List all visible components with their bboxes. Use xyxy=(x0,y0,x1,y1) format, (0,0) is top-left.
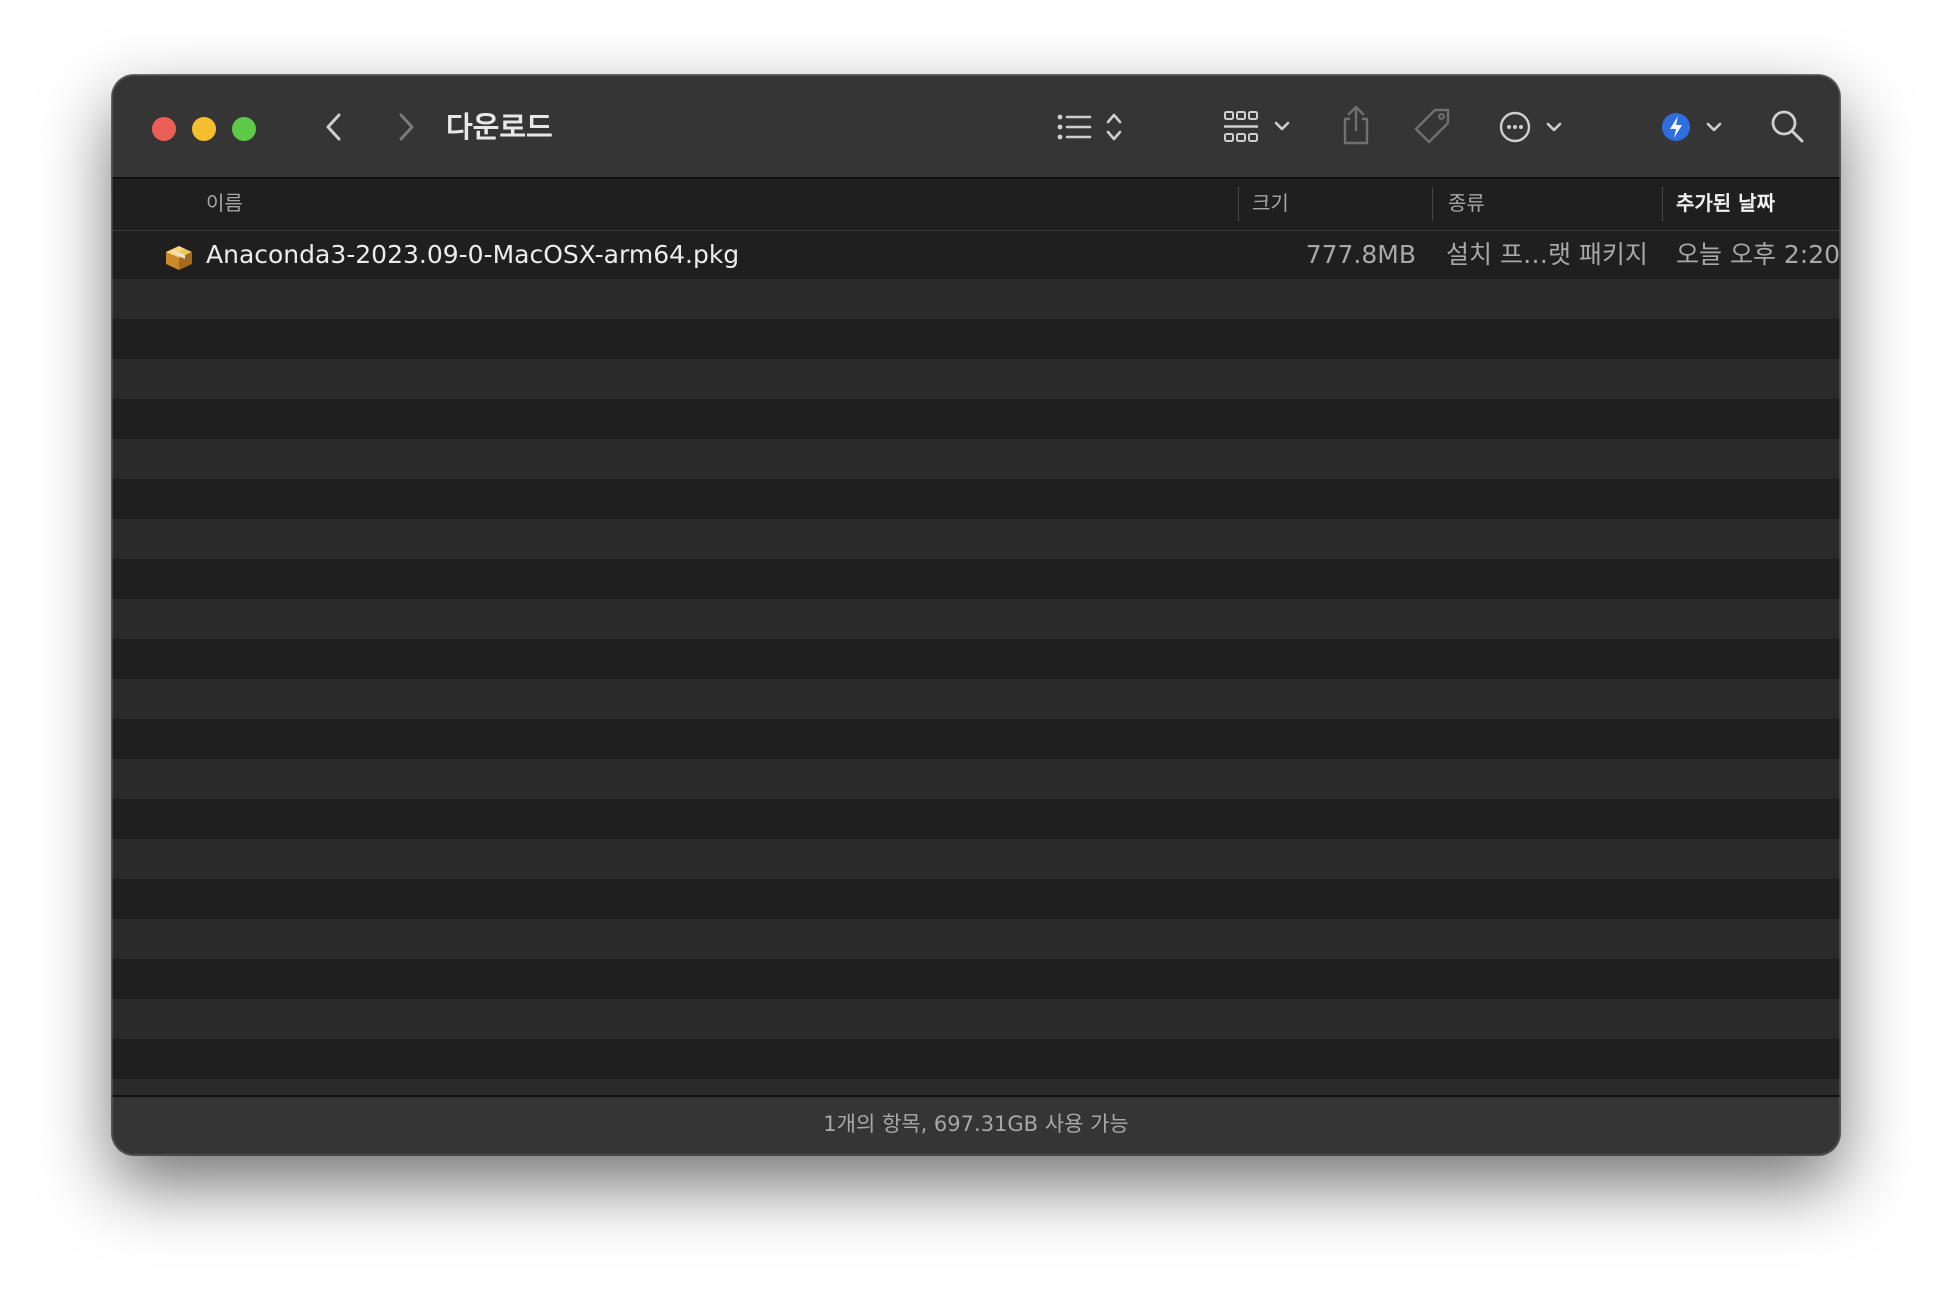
close-window-button[interactable] xyxy=(152,117,176,141)
column-divider[interactable] xyxy=(1238,187,1239,221)
app-menu-button[interactable] xyxy=(1660,105,1732,149)
chevron-left-icon xyxy=(326,113,341,141)
list-view-icon xyxy=(1057,113,1122,141)
empty-row xyxy=(112,1079,1840,1095)
more-actions-button[interactable] xyxy=(1498,105,1572,149)
empty-row xyxy=(112,799,1840,839)
chevron-right-icon xyxy=(399,113,414,141)
status-bar: 1개의 항목, 697.31GB 사용 가능 xyxy=(112,1095,1840,1155)
column-header-name[interactable]: 이름 xyxy=(206,179,243,231)
minimize-window-button[interactable] xyxy=(192,117,216,141)
empty-row xyxy=(112,759,1840,799)
column-header-date-added[interactable]: 추가된 날짜 xyxy=(1676,179,1775,231)
group-button[interactable] xyxy=(1222,105,1306,149)
empty-row xyxy=(112,399,1840,439)
xcode-instruments-icon xyxy=(1662,113,1722,141)
empty-row xyxy=(112,879,1840,919)
package-icon xyxy=(166,246,192,270)
view-options-button[interactable] xyxy=(1054,105,1136,149)
empty-row xyxy=(112,319,1840,359)
empty-row xyxy=(112,439,1840,479)
file-row[interactable]: Anaconda3-2023.09-0-MacOSX-arm64.pkg 777… xyxy=(112,231,1840,271)
empty-row xyxy=(112,1039,1840,1079)
column-header-kind[interactable]: 종류 xyxy=(1448,179,1485,231)
search-button[interactable] xyxy=(1764,103,1810,149)
window-title: 다운로드 xyxy=(446,110,553,144)
tag-icon xyxy=(1414,108,1450,144)
share-icon xyxy=(1343,105,1369,145)
empty-row xyxy=(112,839,1840,879)
empty-row xyxy=(112,519,1840,559)
file-name: Anaconda3-2023.09-0-MacOSX-arm64.pkg xyxy=(206,240,740,269)
empty-row xyxy=(112,999,1840,1039)
forward-button[interactable] xyxy=(384,105,428,149)
empty-row xyxy=(112,599,1840,639)
empty-row xyxy=(112,559,1840,599)
column-header-size[interactable]: 크기 xyxy=(1252,179,1289,231)
empty-row xyxy=(112,359,1840,399)
column-divider[interactable] xyxy=(1432,187,1433,221)
file-size: 777.8MB xyxy=(1305,240,1416,269)
empty-row xyxy=(112,679,1840,719)
file-date-added: 오늘 오후 2:20 xyxy=(1676,240,1840,269)
empty-row xyxy=(112,719,1840,759)
back-button[interactable] xyxy=(312,105,356,149)
grid-group-icon xyxy=(1224,111,1290,142)
column-divider[interactable] xyxy=(1662,187,1663,221)
search-icon xyxy=(1771,110,1804,143)
empty-row xyxy=(112,479,1840,519)
share-button[interactable] xyxy=(1334,101,1378,149)
file-list: Anaconda3-2023.09-0-MacOSX-arm64.pkg 777… xyxy=(112,231,1840,1095)
maximize-window-button[interactable] xyxy=(232,117,256,141)
empty-row xyxy=(112,639,1840,679)
empty-row xyxy=(112,279,1840,319)
file-kind: 설치 프…랫 패키지 xyxy=(1446,240,1648,269)
finder-window: 다운로드 이름 크기 종류 추가된 날짜 Anaconda3-2023.09-0… xyxy=(112,75,1840,1155)
ellipsis-circle-icon xyxy=(1499,111,1562,143)
toolbar: 다운로드 xyxy=(112,75,1840,179)
column-header-bar: 이름 크기 종류 추가된 날짜 xyxy=(112,179,1840,231)
empty-row xyxy=(112,959,1840,999)
empty-row xyxy=(112,919,1840,959)
tag-button[interactable] xyxy=(1410,103,1456,149)
